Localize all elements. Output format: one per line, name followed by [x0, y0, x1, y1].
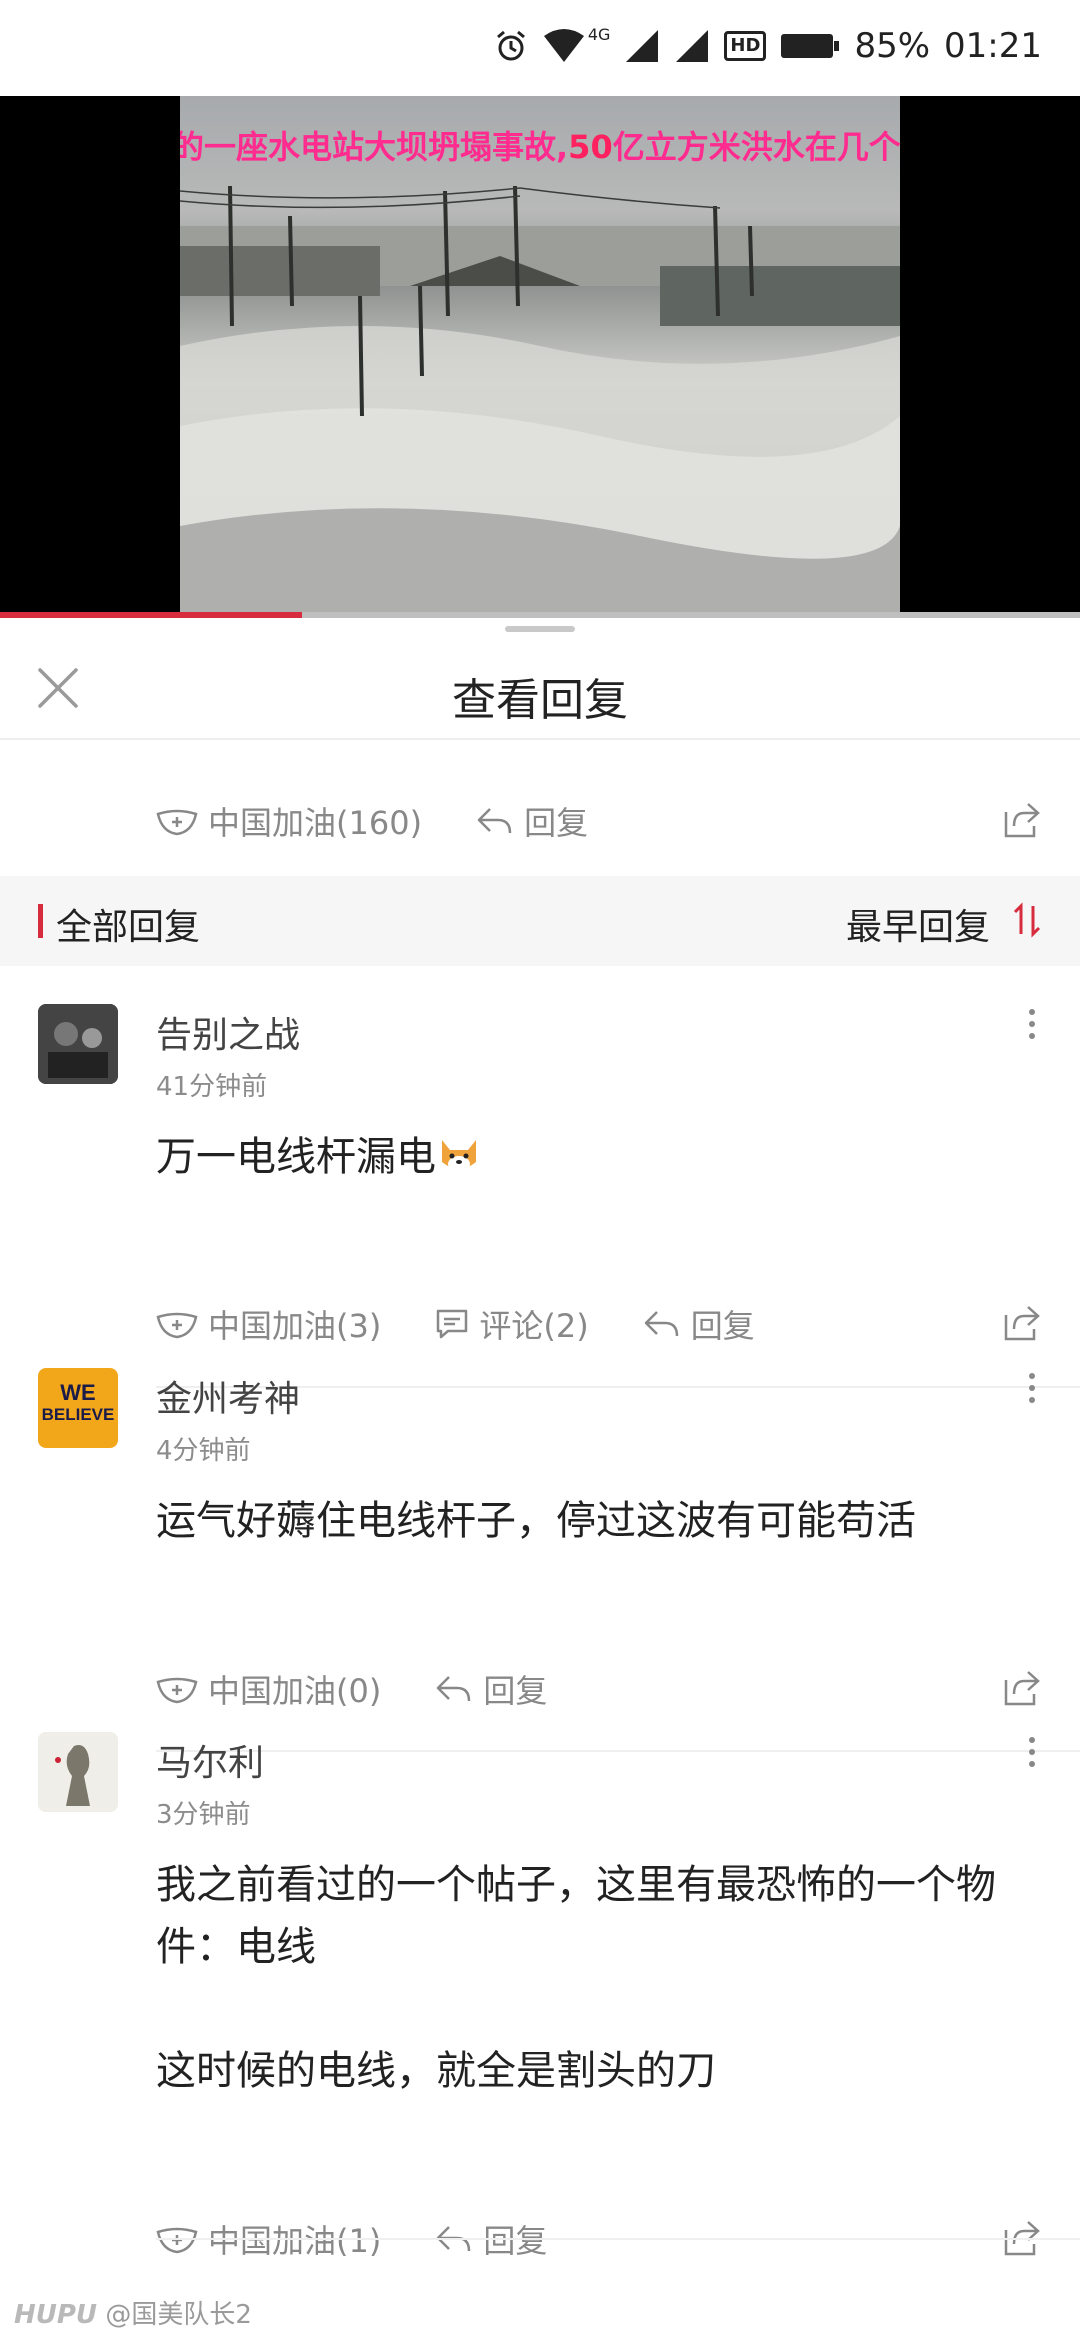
- cheer-icon: [156, 809, 198, 836]
- comment-button[interactable]: 评论(2): [435, 1301, 589, 1347]
- status-bar: 4G HD 85% 01:21: [0, 0, 1080, 96]
- avatar[interactable]: [38, 1004, 118, 1084]
- sheet-header: 查看回复: [0, 634, 1080, 740]
- signal-icon-2: [676, 30, 709, 62]
- sort-button[interactable]: 最早回复: [846, 898, 990, 950]
- comment-actions: 中国加油(3) 评论(2) 回复: [156, 1289, 1080, 1359]
- section-title: 全部回复: [56, 907, 201, 948]
- cheer-icon: [156, 1677, 198, 1704]
- cheer-button[interactable]: 中国加油(160): [156, 798, 422, 844]
- comment-divider: [156, 1750, 1080, 1752]
- reply-arrow-icon: [437, 1676, 471, 1702]
- hd-icon: HD: [724, 31, 767, 61]
- video-player[interactable]: 的一座水电站大坝坍塌事故,50亿立方米洪水在几个: [0, 96, 1080, 618]
- cheer-button[interactable]: 中国加油(3): [156, 1301, 381, 1347]
- comment-icon: [437, 1309, 468, 1339]
- comment-time: 41分钟前: [156, 1072, 268, 1102]
- reply-button[interactable]: 回复: [643, 1301, 755, 1347]
- comment-username[interactable]: 金州考神: [156, 1370, 300, 1422]
- reply-sheet: 查看回复 中国加油(160) 回复 全部回复 最早回复 告别之战 41分钟前 万…: [0, 618, 1080, 2340]
- reply-arrow-icon: [644, 1311, 678, 1337]
- battery-level: 85%: [854, 26, 931, 66]
- reply-button[interactable]: 回复: [476, 798, 588, 844]
- all-replies-header: 全部回复 最早回复: [0, 876, 1080, 966]
- sheet-drag-handle[interactable]: [505, 626, 575, 632]
- doge-emoji-icon: [442, 1140, 476, 1172]
- more-options-icon[interactable]: [1014, 1368, 1050, 1408]
- more-options-icon[interactable]: [1014, 1004, 1050, 1044]
- reply-arrow-icon: [477, 808, 512, 834]
- comment-time: 4分钟前: [156, 1436, 251, 1466]
- share-icon[interactable]: [1002, 1668, 1042, 1708]
- video-frame: 的一座水电站大坝坍塌事故,50亿立方米洪水在几个: [180, 96, 900, 618]
- comment-time: 3分钟前: [156, 1800, 251, 1830]
- flood-scene-illustration: [180, 185, 900, 618]
- comment-text: 我之前看过的一个帖子，这里有最恐怖的一个物 件：电线 这时候的电线，就全是割头的…: [156, 1862, 996, 2094]
- comment-divider: [156, 2238, 1080, 2240]
- comment-username[interactable]: 马尔利: [156, 1734, 264, 1786]
- avatar[interactable]: WE BELIEVE: [38, 1368, 118, 1448]
- comment-text: 运气好薅住电线杆子，停过这波有可能苟活: [156, 1498, 916, 1544]
- main-post-actions: 中国加油(160) 回复: [156, 786, 1080, 856]
- cheer-button[interactable]: 中国加油(0): [156, 1666, 381, 1712]
- battery-icon: [781, 34, 840, 58]
- more-options-icon[interactable]: [1014, 1732, 1050, 1772]
- network-label: 4G: [587, 24, 611, 44]
- watermark: HUPU @国美队长2: [14, 2300, 252, 2330]
- sheet-title: 查看回复: [452, 675, 628, 726]
- signal-icon-1: [626, 30, 659, 62]
- share-icon[interactable]: [1002, 1303, 1042, 1343]
- reply-button[interactable]: 回复: [435, 1666, 547, 1712]
- avatar[interactable]: [38, 1732, 118, 1812]
- comment-text: 万一电线杆漏电: [156, 1126, 1056, 1188]
- cheer-icon: [156, 1312, 198, 1339]
- share-icon[interactable]: [1002, 800, 1042, 840]
- comment-actions: 中国加油(0) 回复: [156, 1654, 1080, 1724]
- section-accent-bar: [38, 904, 43, 938]
- clock: 01:21: [944, 26, 1042, 66]
- comment-username[interactable]: 告别之战: [156, 1006, 300, 1058]
- alarm-icon: [496, 30, 525, 61]
- wifi-icon: [543, 29, 584, 62]
- sort-icon[interactable]: [1012, 902, 1042, 938]
- video-caption: 的一座水电站大坝坍塌事故,50亿立方米洪水在几个: [180, 128, 900, 166]
